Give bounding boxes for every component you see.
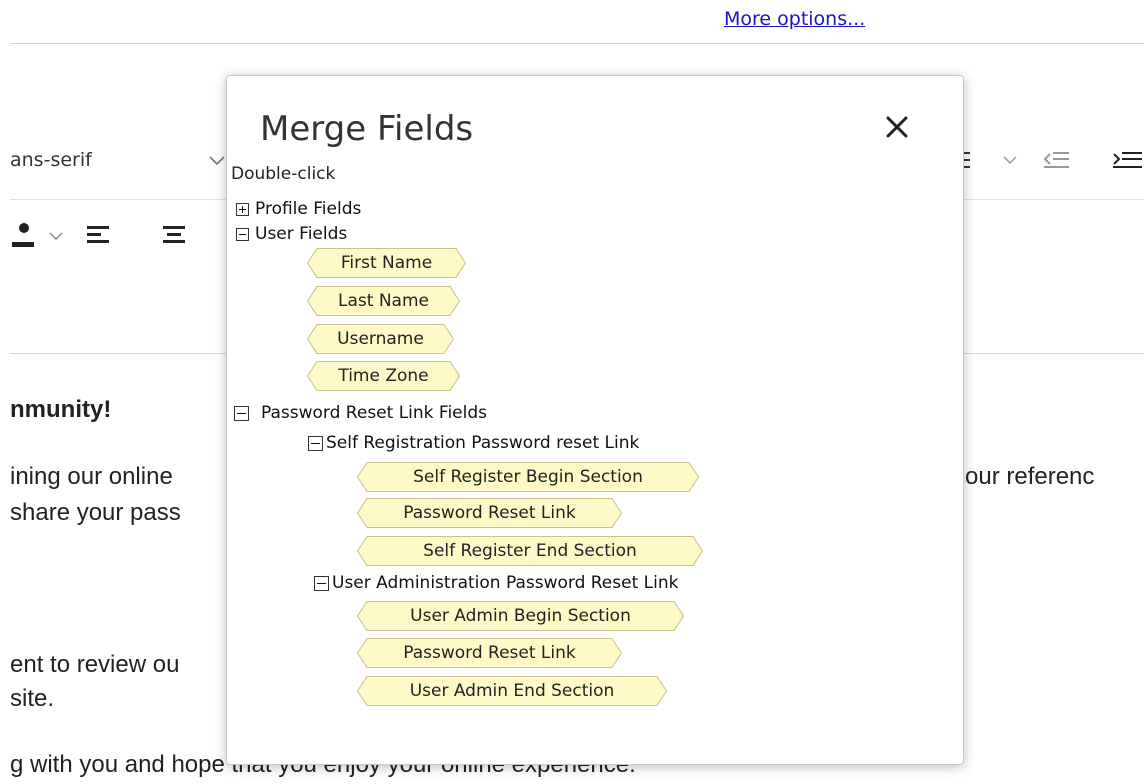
merge-field-chip[interactable]: User Admin End Section xyxy=(356,676,668,706)
chevron-down-icon[interactable] xyxy=(46,226,66,246)
tree-node-user-fields[interactable]: User Fields xyxy=(236,224,347,244)
merge-field-chip[interactable]: First Name xyxy=(306,248,467,278)
collapse-icon[interactable] xyxy=(308,435,323,451)
merge-field-chip[interactable]: User Admin Begin Section xyxy=(356,601,685,631)
merge-field-chip[interactable]: Self Register Begin Section xyxy=(356,462,700,492)
collapse-icon[interactable] xyxy=(314,575,329,591)
align-center-icon[interactable] xyxy=(160,222,190,250)
close-icon[interactable] xyxy=(882,112,912,142)
page: More options... ans-serif nmunity! ining… xyxy=(0,0,1144,784)
editor-text-line: our referenc xyxy=(965,463,1095,490)
merge-field-label: Password Reset Link xyxy=(403,503,576,523)
collapse-icon[interactable] xyxy=(236,227,249,241)
merge-field-chip[interactable]: Password Reset Link xyxy=(356,498,623,528)
tree-node-password-reset-link-fields[interactable]: Password Reset Link Fields xyxy=(234,403,487,423)
merge-field-label: User Admin Begin Section xyxy=(410,606,631,626)
collapse-icon[interactable] xyxy=(234,405,249,421)
merge-field-label: Password Reset Link xyxy=(403,643,576,663)
merge-field-chip[interactable]: Password Reset Link xyxy=(356,638,623,668)
outdent-icon[interactable] xyxy=(1040,146,1074,174)
tree-node-profile-fields[interactable]: Profile Fields xyxy=(236,199,361,219)
chevron-down-icon xyxy=(209,156,225,166)
tree-node-self-registration[interactable]: Self Registration Password reset Link xyxy=(308,433,639,453)
merge-field-label: Username xyxy=(337,329,424,349)
divider xyxy=(10,43,1144,44)
editor-text-line: nmunity! xyxy=(10,396,112,423)
dialog-title: Merge Fields xyxy=(260,109,474,149)
merge-field-chip[interactable]: Self Register End Section xyxy=(356,536,704,566)
editor-text-line: share your pass xyxy=(10,499,181,526)
merge-field-label: First Name xyxy=(340,253,433,273)
align-left-icon[interactable] xyxy=(84,222,114,250)
merge-field-chip[interactable]: Username xyxy=(306,324,455,354)
merge-field-label: Self Register Begin Section xyxy=(413,467,643,487)
dialog-hint: Double-click xyxy=(231,164,336,184)
editor-text-line: ining our online xyxy=(10,463,173,490)
merge-field-chip[interactable]: Last Name xyxy=(306,286,461,316)
text-color-icon[interactable] xyxy=(10,222,34,248)
merge-field-chip[interactable]: Time Zone xyxy=(306,361,461,391)
merge-field-label: Last Name xyxy=(338,291,429,311)
tree-node-user-administration[interactable]: User Administration Password Reset Link xyxy=(314,573,678,593)
merge-field-label: Self Register End Section xyxy=(423,541,637,561)
merge-field-label: User Admin End Section xyxy=(409,681,615,701)
font-family-value: ans-serif xyxy=(10,149,92,171)
chevron-down-icon[interactable] xyxy=(1000,150,1020,170)
editor-text-line: site. xyxy=(10,685,55,712)
editor-text-line: ent to review ou xyxy=(10,651,180,678)
indent-icon[interactable] xyxy=(1110,146,1144,174)
merge-field-label: Time Zone xyxy=(338,366,429,386)
font-family-select[interactable]: ans-serif xyxy=(10,145,228,177)
expand-icon[interactable] xyxy=(236,202,249,216)
merge-fields-dialog: Merge Fields Double-click Profile Fields… xyxy=(226,75,964,765)
more-options-link[interactable]: More options... xyxy=(724,8,865,30)
